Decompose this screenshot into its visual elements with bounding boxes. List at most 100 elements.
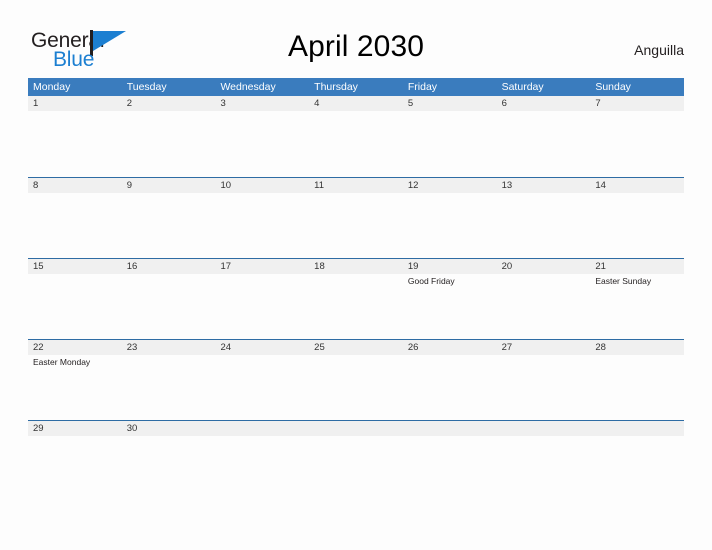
calendar-weeks: 1 2 3 4 5 6 7 8 9 10 11 12 13 14 15 16 17 18 19 Good Friday… (28, 96, 684, 501)
day-events (220, 274, 309, 276)
calendar-day-cell[interactable]: 4 (309, 96, 403, 176)
holiday-label: Easter Monday (33, 357, 91, 367)
day-events (595, 436, 684, 438)
holiday-label: Good Friday (407, 276, 455, 286)
calendar-day-cell[interactable]: 20 (497, 259, 591, 339)
day-number: 10 (220, 180, 232, 191)
day-events (33, 111, 122, 113)
day-number: 23 (126, 342, 138, 353)
day-events (220, 436, 309, 438)
day-number: 5 (407, 98, 414, 109)
day-events (502, 193, 591, 195)
calendar-day-cell[interactable]: 19 Good Friday (403, 259, 497, 339)
calendar-day-cell[interactable]: 6 (497, 96, 591, 176)
day-number: 30 (126, 423, 138, 434)
weekday-header-saturday: Saturday (501, 81, 544, 93)
calendar-week-row: 29 30 (28, 420, 684, 501)
calendar-day-cell[interactable]: 10 (215, 178, 309, 258)
day-events (127, 436, 216, 438)
calendar-day-cell[interactable]: 2 (122, 96, 216, 176)
calendar-day-cell-empty (590, 421, 684, 501)
day-events (595, 193, 684, 195)
calendar-day-cell[interactable]: 25 (309, 340, 403, 420)
day-number: 3 (220, 98, 226, 109)
day-events: Good Friday (408, 274, 497, 287)
day-events (595, 355, 684, 357)
day-events (408, 111, 497, 113)
day-events (314, 193, 403, 195)
weekday-header-row: Monday Tuesday Wednesday Thursday Friday… (28, 78, 684, 96)
calendar-day-cell[interactable]: 15 (28, 259, 122, 339)
calendar-week-row: 1 2 3 4 5 6 7 (28, 96, 684, 177)
calendar-day-cell[interactable]: 7 (590, 96, 684, 176)
calendar-day-cell[interactable]: 14 (590, 178, 684, 258)
calendar-day-cell-empty (403, 421, 497, 501)
calendar-day-cell[interactable]: 21 Easter Sunday (590, 259, 684, 339)
calendar-day-cell[interactable]: 26 (403, 340, 497, 420)
calendar-day-cell[interactable]: 30 (122, 421, 216, 501)
calendar-day-cell-empty (215, 421, 309, 501)
day-number: 1 (33, 98, 39, 109)
weekday-header-sunday: Sunday (595, 81, 631, 93)
day-number: 25 (314, 342, 325, 353)
calendar-day-cell[interactable]: 23 (122, 340, 216, 420)
day-number: 24 (220, 342, 232, 353)
page-header: General Blue April 2030 Anguilla (0, 0, 712, 78)
calendar-day-cell[interactable]: 5 (403, 96, 497, 176)
day-events (502, 436, 591, 438)
day-number: 16 (126, 261, 138, 272)
day-events (595, 111, 684, 113)
day-number: 13 (501, 180, 513, 191)
day-number: 19 (407, 261, 419, 272)
calendar-day-cell[interactable]: 1 (28, 96, 122, 176)
calendar-day-cell[interactable]: 28 (590, 340, 684, 420)
day-events (127, 193, 216, 195)
day-events (33, 274, 122, 276)
calendar-day-cell[interactable]: 18 (309, 259, 403, 339)
page-title: April 2030 (287, 30, 425, 63)
day-events (408, 436, 497, 438)
day-events (502, 274, 591, 276)
day-events (314, 111, 403, 113)
calendar-day-cell[interactable]: 13 (497, 178, 591, 258)
calendar-week-cells: 15 16 17 18 19 Good Friday 20 21 Easter Sunday (28, 259, 684, 339)
day-number: 18 (314, 261, 325, 272)
calendar-week-row: 15 16 17 18 19 Good Friday 20 21 Easter Sunday (28, 258, 684, 339)
weekday-header-thursday: Thursday (314, 81, 358, 93)
day-number: 26 (407, 342, 419, 353)
calendar-day-cell[interactable]: 29 (28, 421, 122, 501)
day-events (220, 111, 309, 113)
calendar-day-cell[interactable]: 27 (497, 340, 591, 420)
calendar-week-row: 22 Easter Monday 23 24 25 26 27 28 (28, 339, 684, 420)
calendar-day-cell[interactable]: 24 (215, 340, 309, 420)
calendar-week-cells: 1 2 3 4 5 6 7 (28, 96, 684, 176)
calendar-day-cell-empty (309, 421, 403, 501)
day-number: 15 (33, 261, 44, 272)
calendar-day-cell[interactable]: 12 (403, 178, 497, 258)
day-events (314, 436, 403, 438)
calendar-day-cell[interactable]: 9 (122, 178, 216, 258)
day-events (314, 355, 403, 357)
calendar-week-cells: 29 30 (28, 421, 684, 501)
day-number: 29 (33, 423, 44, 434)
region-label: Anguilla (634, 42, 684, 58)
day-number: 11 (314, 180, 325, 191)
calendar-week-cells: 8 9 10 11 12 13 14 (28, 178, 684, 258)
day-events: Easter Monday (33, 355, 122, 368)
day-number: 14 (595, 180, 606, 191)
day-number: 2 (126, 98, 133, 109)
calendar-grid: Monday Tuesday Wednesday Thursday Friday… (28, 78, 684, 501)
day-number: 17 (220, 261, 232, 272)
calendar-day-cell-empty (497, 421, 591, 501)
calendar-day-cell[interactable]: 22 Easter Monday (28, 340, 122, 420)
weekday-header-monday: Monday (33, 81, 71, 93)
calendar-day-cell[interactable]: 8 (28, 178, 122, 258)
day-number: 8 (33, 180, 39, 191)
day-events (220, 193, 309, 195)
day-number: 28 (595, 342, 606, 353)
calendar-day-cell[interactable]: 17 (215, 259, 309, 339)
day-events (33, 436, 122, 438)
calendar-day-cell[interactable]: 11 (309, 178, 403, 258)
calendar-day-cell[interactable]: 16 (122, 259, 216, 339)
calendar-day-cell[interactable]: 3 (215, 96, 309, 176)
